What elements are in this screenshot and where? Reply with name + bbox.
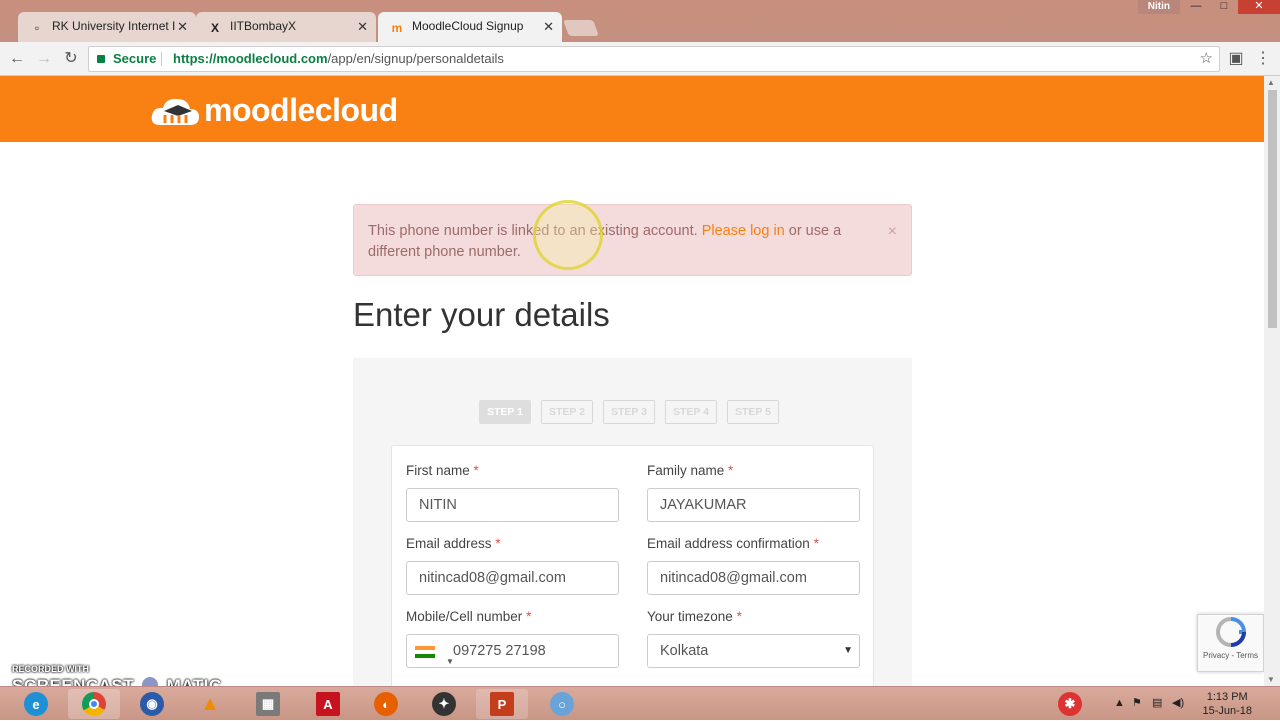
email-input[interactable]: nitincad08@gmail.com bbox=[406, 561, 619, 595]
show-hidden-icons-icon[interactable]: ▲ bbox=[1114, 697, 1125, 709]
tab-rk-university[interactable]: ▫ RK University Internet I ✕ bbox=[18, 12, 196, 42]
runner-app-icon[interactable]: ✦ bbox=[418, 689, 470, 719]
step-5: STEP 5 bbox=[727, 400, 779, 424]
powerpoint-icon[interactable]: P bbox=[476, 689, 528, 719]
error-alert: This phone number is linked to an existi… bbox=[353, 204, 912, 276]
vertical-scrollbar[interactable]: ▲ ▼ bbox=[1264, 76, 1280, 686]
page-icon: ▫ bbox=[34, 21, 40, 35]
scroll-up-icon[interactable]: ▲ bbox=[1267, 78, 1275, 87]
email-confirm-label: Email address confirmation * bbox=[647, 536, 819, 551]
new-tab-button[interactable] bbox=[563, 20, 599, 36]
first-name-input[interactable]: NITIN bbox=[406, 488, 619, 522]
vlc-icon[interactable]: ▲ bbox=[184, 689, 236, 719]
back-arrow-icon[interactable]: ← bbox=[6, 48, 28, 70]
step-indicator: STEP 1 STEP 2 STEP 3 STEP 4 STEP 5 bbox=[479, 400, 779, 424]
mobile-input[interactable]: ▼ 097275 27198 bbox=[406, 634, 619, 668]
first-name-group: First name * NITIN bbox=[406, 463, 619, 522]
email-label: Email address * bbox=[406, 536, 501, 551]
logo-text: moodlecloud bbox=[204, 91, 398, 128]
browser-toolbar: ← → ↻ Secure https://moodlecloud.com/app… bbox=[0, 42, 1280, 76]
menu-icon[interactable]: ⋮ bbox=[1252, 48, 1274, 70]
site-header: moodlecloud bbox=[0, 76, 1264, 142]
maximize-icon[interactable]: □ bbox=[1210, 0, 1238, 14]
secure-indicator[interactable]: Secure bbox=[97, 47, 156, 71]
moodle-cloud-icon bbox=[150, 93, 200, 127]
reload-icon[interactable]: ↻ bbox=[60, 48, 82, 70]
step-1: STEP 1 bbox=[479, 400, 531, 424]
email-group: Email address * nitincad08@gmail.com bbox=[406, 536, 619, 595]
x-icon: X bbox=[210, 21, 219, 35]
firefox-icon[interactable]: ◐ bbox=[360, 689, 412, 719]
acrobat-icon[interactable]: A bbox=[302, 689, 354, 719]
personal-details-form: First name * NITIN Family name * JAYAKUM… bbox=[391, 445, 874, 686]
scroll-down-icon[interactable]: ▼ bbox=[1267, 675, 1275, 684]
browser-title-bar: ▫ RK University Internet I ✕ X IITBombayX … bbox=[0, 0, 1280, 42]
tab-title: MoodleCloud Signup bbox=[412, 19, 524, 33]
app-icon[interactable]: ○ bbox=[536, 689, 588, 719]
close-icon[interactable]: × bbox=[888, 221, 897, 242]
step-3: STEP 3 bbox=[603, 400, 655, 424]
first-name-label: First name * bbox=[406, 463, 479, 478]
page-title: Enter your details bbox=[353, 296, 610, 333]
recaptcha-badge[interactable]: Privacy - Terms bbox=[1197, 614, 1264, 672]
forward-arrow-icon[interactable]: → bbox=[33, 48, 55, 70]
india-flag-icon[interactable]: ▼ bbox=[415, 646, 454, 666]
extension-icon[interactable]: ▣ bbox=[1225, 48, 1247, 70]
tray-app-icon[interactable]: ✱ bbox=[1048, 689, 1092, 719]
timezone-select[interactable]: Kolkata ▼ bbox=[647, 634, 860, 668]
chrome-icon[interactable] bbox=[68, 689, 120, 719]
close-tab-icon[interactable]: ✕ bbox=[357, 19, 368, 35]
timezone-group: Your timezone * Kolkata ▼ bbox=[647, 609, 860, 668]
moodlecloud-logo[interactable]: moodlecloud bbox=[150, 92, 398, 128]
address-bar[interactable]: Secure https://moodlecloud.com/app/en/si… bbox=[88, 46, 1220, 72]
page-viewport: moodlecloud This phone number is linked … bbox=[0, 76, 1264, 686]
mobile-group: Mobile/Cell number * ▼ 097275 27198 bbox=[406, 609, 619, 668]
screencast-icon[interactable]: ◉ bbox=[126, 689, 178, 719]
close-tab-icon[interactable]: ✕ bbox=[543, 19, 554, 35]
mobile-value: 097275 27198 bbox=[453, 643, 546, 659]
step-4: STEP 4 bbox=[665, 400, 717, 424]
windows-taskbar: e ◉ ▲ ▦ A ◐ ✦ P ○ ✱ ▲ ⚑ ▤ ◀) 1:13 PM 15-… bbox=[0, 686, 1280, 720]
tab-title: IITBombayX bbox=[230, 19, 297, 33]
window-close-icon[interactable]: ✕ bbox=[1238, 0, 1280, 14]
family-name-group: Family name * JAYAKUMAR bbox=[647, 463, 860, 522]
lock-icon bbox=[97, 55, 105, 63]
scrollbar-thumb[interactable] bbox=[1268, 90, 1277, 328]
divider bbox=[161, 52, 162, 66]
family-name-label: Family name * bbox=[647, 463, 734, 478]
tab-title: RK University Internet I bbox=[52, 19, 176, 33]
email-confirm-group: Email address confirmation * nitincad08@… bbox=[647, 536, 860, 595]
clock[interactable]: 1:13 PM 15-Jun-18 bbox=[1202, 690, 1252, 718]
recaptcha-links[interactable]: Privacy - Terms bbox=[1198, 651, 1263, 660]
close-tab-icon[interactable]: ✕ bbox=[177, 19, 188, 35]
bookmark-star-icon[interactable]: ☆ bbox=[1200, 47, 1213, 71]
alert-text: This phone number is linked to an existi… bbox=[368, 223, 698, 239]
tab-moodlecloud-signup[interactable]: m MoodleCloud Signup ✕ bbox=[378, 12, 562, 42]
internet-explorer-icon[interactable]: e bbox=[10, 689, 62, 719]
timezone-value: Kolkata bbox=[660, 643, 709, 659]
chevron-down-icon: ▼ bbox=[843, 645, 853, 656]
firewall-icon[interactable]: ▦ bbox=[242, 689, 294, 719]
step-2: STEP 2 bbox=[541, 400, 593, 424]
timezone-label: Your timezone * bbox=[647, 609, 742, 624]
mobile-label: Mobile/Cell number * bbox=[406, 609, 532, 624]
recaptcha-icon bbox=[1215, 617, 1246, 647]
minimize-icon[interactable]: — bbox=[1182, 0, 1210, 14]
tab-iitbombayx[interactable]: X IITBombayX ✕ bbox=[196, 12, 376, 42]
network-icon[interactable]: ▤ bbox=[1152, 696, 1162, 709]
moodle-icon: m bbox=[391, 21, 403, 35]
signup-card: STEP 1 STEP 2 STEP 3 STEP 4 STEP 5 First… bbox=[353, 358, 912, 686]
log-in-link[interactable]: Please log in bbox=[702, 223, 785, 239]
profile-name[interactable]: Nitin bbox=[1137, 0, 1180, 14]
action-center-icon[interactable]: ⚑ bbox=[1132, 696, 1142, 709]
volume-icon[interactable]: ◀) bbox=[1172, 696, 1184, 709]
family-name-input[interactable]: JAYAKUMAR bbox=[647, 488, 860, 522]
url-text[interactable]: https://moodlecloud.com/app/en/signup/pe… bbox=[173, 47, 504, 71]
system-tray: ✱ ▲ ⚑ ▤ ◀) 1:13 PM 15-Jun-18 bbox=[1048, 687, 1280, 721]
email-confirm-input[interactable]: nitincad08@gmail.com bbox=[647, 561, 860, 595]
